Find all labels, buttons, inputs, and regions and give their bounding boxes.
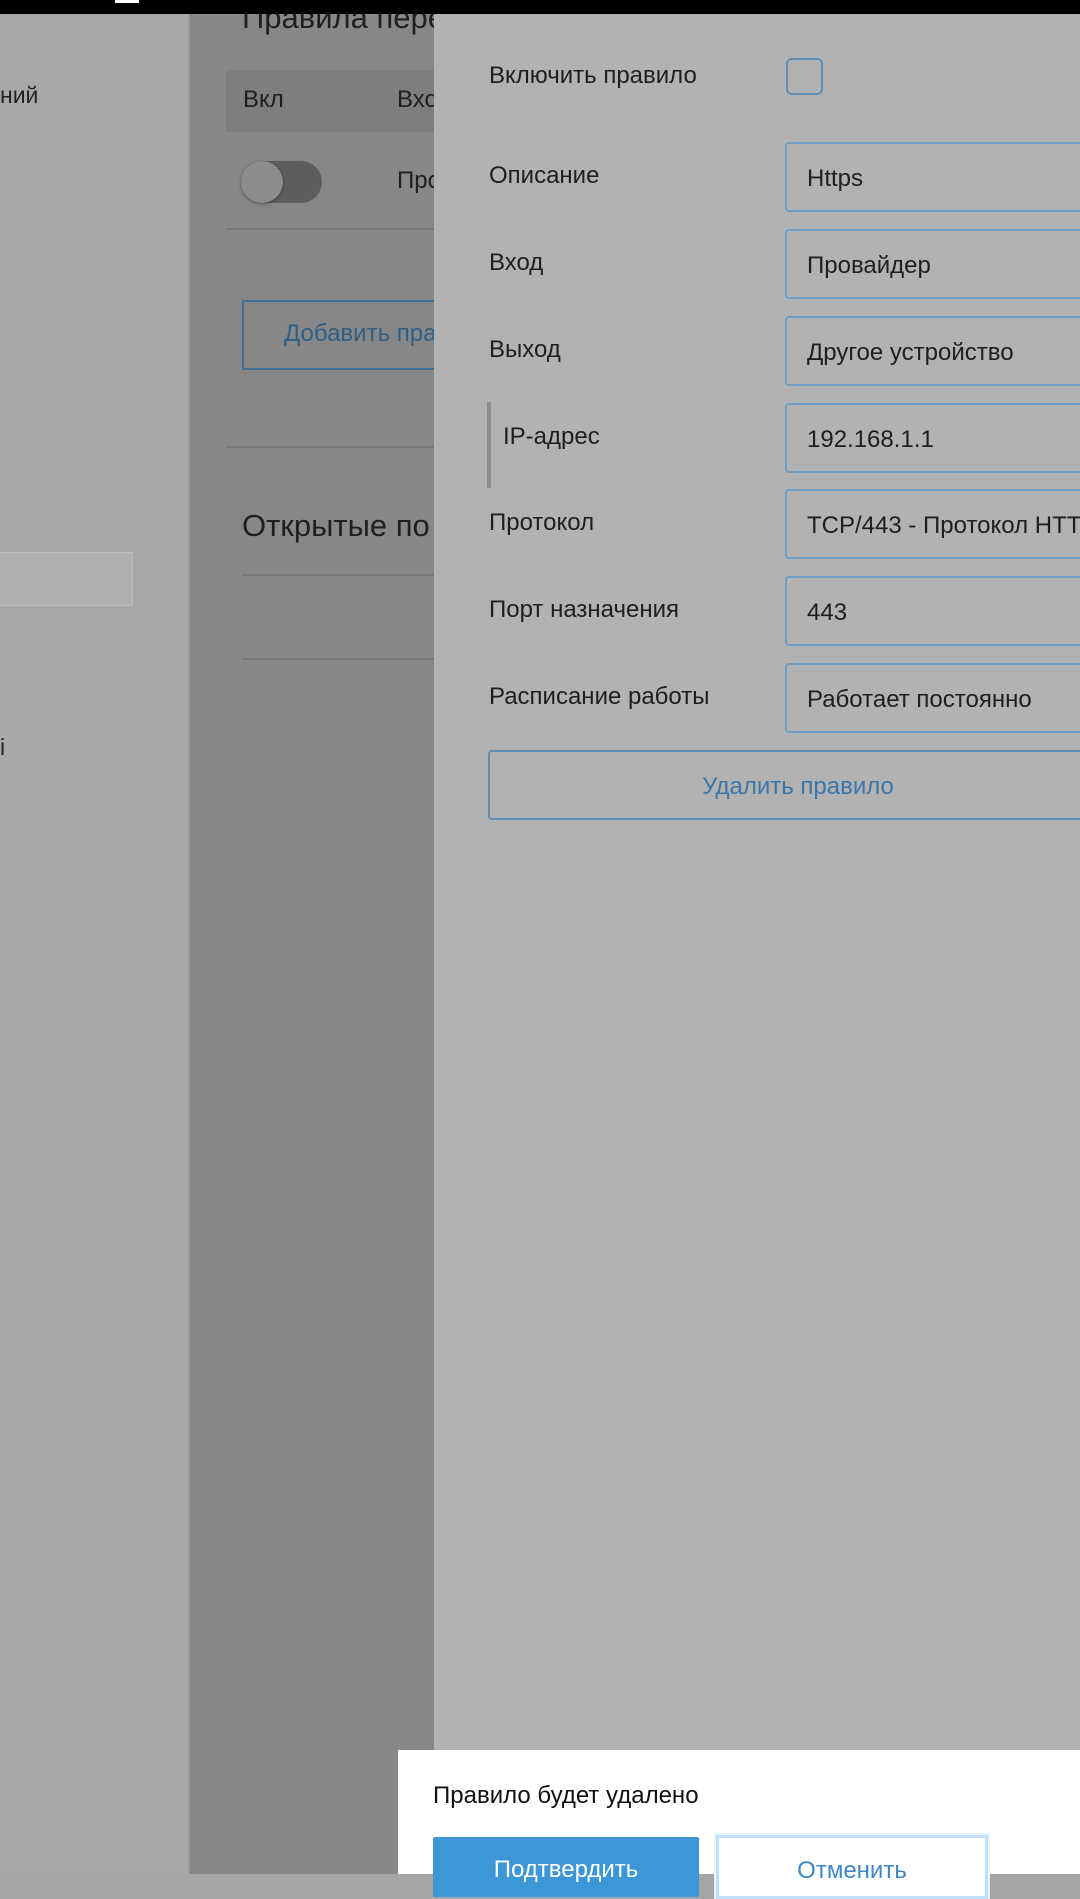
output-label: Выход xyxy=(489,336,561,363)
schedule-select[interactable]: Работает постоянно xyxy=(785,663,1080,733)
description-label: Описание xyxy=(489,162,600,189)
toggle-knob xyxy=(241,161,283,203)
ip-address-label: IP-адрес xyxy=(503,423,600,450)
enable-rule-label: Включить правило xyxy=(489,62,697,89)
rule-enable-toggle[interactable] xyxy=(241,161,322,203)
dialog-message: Правило будет удалено xyxy=(433,1782,699,1809)
forwarding-rules-title: Правила пере xyxy=(242,14,434,35)
input-label: Вход xyxy=(489,249,544,276)
dest-port-label: Порт назначения xyxy=(489,596,679,623)
main-content: Правила пере Вкл Вхо Про Добавить пра От… xyxy=(190,14,434,1874)
section-divider xyxy=(226,446,434,448)
enable-rule-checkbox[interactable] xyxy=(786,58,823,95)
delete-confirm-dialog: Правило будет удалено Подтвердить Отмени… xyxy=(398,1750,1080,1899)
protocol-label: Протокол xyxy=(489,509,595,536)
notification-icon xyxy=(115,0,139,3)
schedule-label: Расписание работы xyxy=(489,683,710,710)
delete-rule-button[interactable]: Удалить правило xyxy=(488,750,1080,820)
confirm-button[interactable]: Подтвердить xyxy=(433,1837,699,1897)
open-ports-divider xyxy=(242,658,434,660)
cancel-button[interactable]: Отменить xyxy=(716,1835,988,1899)
nav-search-field[interactable] xyxy=(0,552,133,606)
rule-input-cell[interactable]: Про xyxy=(397,167,434,195)
open-ports-divider xyxy=(242,574,434,576)
left-nav: ний i xyxy=(0,14,190,1874)
rule-edit-panel: Включить правило Описание Https Вход Про… xyxy=(434,14,1080,1874)
dest-port-input[interactable]: 443 xyxy=(785,576,1080,646)
input-select[interactable]: Провайдер xyxy=(785,229,1080,299)
protocol-select[interactable]: TCP/443 - Протокол HTT xyxy=(785,489,1080,559)
ip-indent-bar xyxy=(487,402,491,488)
nav-item-fragment[interactable]: i xyxy=(0,734,5,761)
row-divider xyxy=(226,228,434,230)
status-bar xyxy=(0,0,1080,14)
output-select[interactable]: Другое устройство xyxy=(785,316,1080,386)
ip-address-input[interactable]: 192.168.1.1 xyxy=(785,403,1080,473)
header-input: Вхо xyxy=(397,86,434,113)
open-ports-title: Открытые по xyxy=(242,508,430,543)
add-rule-button[interactable]: Добавить пра xyxy=(242,300,434,370)
nav-item-fragment[interactable]: ний xyxy=(0,82,38,109)
header-enabled: Вкл xyxy=(243,86,284,113)
description-input[interactable]: Https xyxy=(785,142,1080,212)
